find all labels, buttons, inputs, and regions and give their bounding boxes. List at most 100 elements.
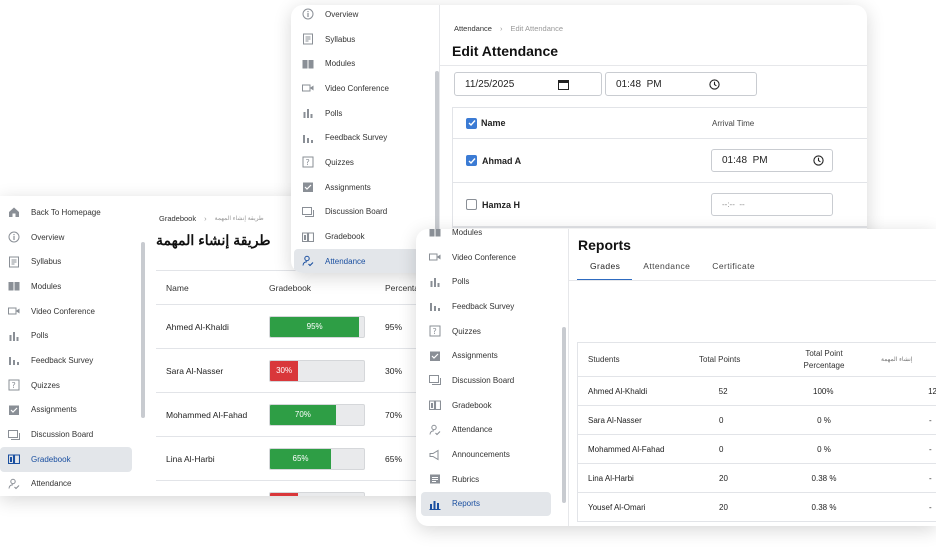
sidebar-item-label: Video Conference — [452, 252, 516, 262]
table-row: Lina Al-Harbi 20 0.38 % - — [578, 464, 936, 493]
sidebar-item-reports[interactable]: Reports — [421, 491, 551, 517]
sidebar-item-video-conference[interactable]: Video Conference — [0, 299, 132, 324]
document-icon — [8, 256, 20, 268]
sidebar-item-label: Gradebook — [452, 400, 492, 410]
sidebar-item-attendance[interactable]: Attendance — [294, 248, 434, 273]
grade-progress-fill: 30% — [270, 360, 299, 381]
sidebar-item-quizzes[interactable]: ? Quizzes — [421, 319, 551, 344]
sidebar-item-feedback-survey[interactable]: Feedback Survey — [421, 294, 551, 319]
assignment-icon — [429, 350, 441, 362]
table-body: Ahmed Al-Khaldi 52 100% 12 Sara Al-Nasser 0 0 … — [578, 377, 936, 522]
page-title: Reports — [578, 237, 631, 253]
left-sidebar-scrollbar[interactable] — [141, 242, 145, 418]
sidebar-item-gradebook[interactable]: Gradebook — [0, 446, 132, 472]
student-name: Sara Al-Nasser — [588, 415, 642, 425]
student-name: Hamza H — [482, 199, 521, 210]
grade-progress-bar: 65% — [269, 447, 365, 470]
student-name: Mohammed Al-Fahad — [588, 444, 665, 454]
clock-icon[interactable] — [709, 79, 720, 90]
sidebar-item-polls[interactable]: Polls — [294, 101, 434, 126]
sidebar-item-label: Modules — [31, 281, 62, 291]
sidebar-item-attendance[interactable]: Attendance — [421, 418, 551, 443]
sidebar-item-video-conference[interactable]: Video Conference — [421, 245, 551, 270]
table-row: Ahmad A 01:48 PM — [453, 139, 867, 183]
breadcrumb-root[interactable]: Gradebook — [159, 214, 196, 223]
sidebar-item-discussion-board[interactable]: Discussion Board — [294, 200, 434, 225]
student-name: Ahmed Al-Khaldi — [588, 386, 648, 396]
quiz-icon: ? — [8, 379, 20, 391]
sidebar-item-label: Quizzes — [31, 380, 60, 390]
student-name: Lina Al-Harbi — [588, 473, 634, 483]
reports-main: Reports Grades Attendance Certificate St… — [569, 229, 936, 526]
total-points: 0 — [719, 415, 724, 425]
sidebar-item-assignments[interactable]: Assignments — [294, 175, 434, 200]
attendance-icon — [302, 255, 314, 267]
sidebar-item-discussion-board[interactable]: Discussion Board — [0, 422, 132, 447]
sidebar-item-rubrics[interactable]: Rubrics — [421, 467, 551, 492]
sidebar-item-label: Quizzes — [325, 157, 354, 167]
calendar-icon[interactable] — [558, 79, 569, 90]
sidebar-item-assignments[interactable]: Assignments — [421, 343, 551, 368]
sidebar-item-label: Feedback Survey — [31, 355, 94, 365]
tab-attendance[interactable]: Attendance — [643, 261, 690, 281]
task-score: 12 — [928, 386, 936, 396]
sidebar-item-label: Reports — [452, 499, 481, 509]
reports-sidebar-scrollbar[interactable] — [562, 327, 566, 503]
reports-icon — [429, 498, 441, 510]
sidebar-item-gradebook[interactable]: Gradebook — [421, 393, 551, 418]
clock-icon[interactable] — [813, 155, 824, 166]
time-input[interactable]: 01:48 PM — [605, 72, 757, 96]
top-sidebar: Overview Syllabus Modules Video Conference P… — [294, 5, 434, 273]
arrival-time-input[interactable]: 01:48 PM — [711, 149, 833, 172]
arrival-time-input[interactable]: --:-- -- — [711, 193, 833, 216]
attendance-checkbox[interactable] — [466, 199, 477, 210]
student-name: Ahmed Al-Khaldi — [166, 321, 229, 332]
header-name: Name — [166, 282, 189, 293]
total-points: 0 — [719, 444, 724, 454]
sidebar-item-quizzes[interactable]: ? Quizzes — [0, 373, 132, 398]
sidebar-item-syllabus[interactable]: Syllabus — [0, 249, 132, 274]
sidebar-item-assignments[interactable]: Assignments — [0, 398, 132, 423]
arrival-time-value: 01:48 PM — [722, 155, 768, 166]
home-icon — [8, 206, 20, 218]
reports-window: Modules Video Conference Polls Feedback Sur… — [416, 229, 936, 526]
sidebar-item-attendance[interactable]: Attendance — [0, 472, 132, 496]
video-icon — [302, 82, 314, 94]
tab-grades[interactable]: Grades — [577, 261, 633, 281]
grade-progress-bar: 70% — [269, 403, 365, 426]
sidebar-item-modules[interactable]: Modules — [0, 274, 132, 299]
sidebar-item-label: Assignments — [325, 182, 371, 192]
attendance-icon — [429, 424, 441, 436]
sidebar-item-polls[interactable]: Polls — [0, 323, 132, 348]
attendance-checkbox[interactable] — [466, 155, 477, 166]
student-name: Mohammed Al-Fahad — [166, 409, 248, 420]
total-point-percentage: 0.38 % — [811, 502, 837, 512]
breadcrumb-root[interactable]: Attendance — [454, 24, 492, 33]
sidebar-item-announcements[interactable]: Announcements — [421, 442, 551, 467]
sidebar-item-feedback-survey[interactable]: Feedback Survey — [0, 348, 132, 373]
header-students: Students — [588, 355, 620, 364]
sidebar-item-discussion-board[interactable]: Discussion Board — [421, 368, 551, 393]
task-score: - — [929, 415, 932, 425]
sidebar-item-gradebook[interactable]: Gradebook — [294, 224, 434, 249]
sidebar-item-video-conference[interactable]: Video Conference — [294, 76, 434, 101]
sidebar-item-feedback-survey[interactable]: Feedback Survey — [294, 125, 434, 150]
grade-bar-cell: 70% — [259, 403, 375, 426]
tab-certificate[interactable]: Certificate — [712, 261, 755, 281]
announcement-icon — [429, 449, 441, 461]
sidebar-item-back-to-homepage[interactable]: Back To Homepage — [0, 200, 132, 225]
sidebar-item-modules[interactable]: Modules — [294, 51, 434, 76]
date-input[interactable]: 11/25/2025 — [454, 72, 602, 96]
sidebar-item-label: Overview — [325, 9, 359, 19]
sidebar-item-polls[interactable]: Polls — [421, 269, 551, 294]
sidebar-item-overview[interactable]: Overview — [0, 225, 132, 250]
grade-percentage: 65% — [385, 453, 403, 464]
sidebar-item-syllabus[interactable]: Syllabus — [294, 27, 434, 52]
sidebar-item-label: Discussion Board — [31, 430, 94, 440]
sidebar-item-modules[interactable]: Modules — [421, 229, 551, 245]
grade-bar-cell — [259, 491, 375, 496]
select-all-checkbox[interactable] — [466, 117, 477, 129]
sidebar-item-overview[interactable]: Overview — [294, 5, 434, 27]
sidebar-item-quizzes[interactable]: ? Quizzes — [294, 150, 434, 175]
sidebar-item-label: Attendance — [452, 425, 493, 435]
